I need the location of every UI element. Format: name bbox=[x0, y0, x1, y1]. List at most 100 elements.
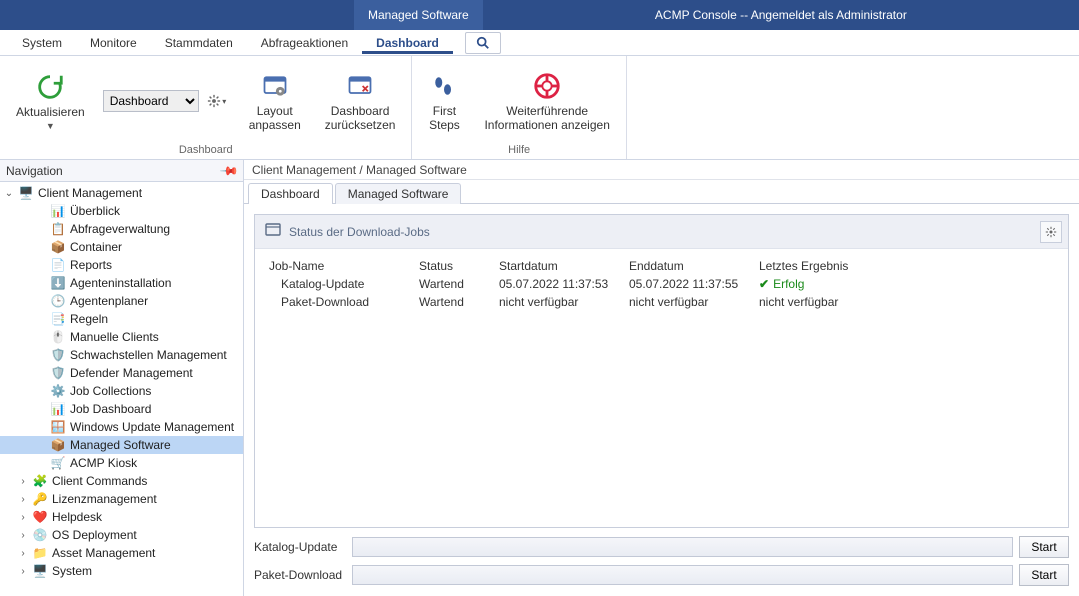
search-button[interactable] bbox=[465, 32, 501, 54]
expand-icon[interactable]: › bbox=[18, 530, 28, 541]
tree-item-label: System bbox=[52, 564, 92, 578]
tree-item-schwachstellen-management[interactable]: 🛡️Schwachstellen Management bbox=[0, 346, 243, 364]
first-steps-button[interactable]: First Steps bbox=[422, 68, 466, 134]
tree-root-client-management[interactable]: ⌄ 🖥️ Client Management bbox=[0, 184, 243, 202]
tree-item-label: Abfrageverwaltung bbox=[70, 222, 170, 236]
titlebar: Managed Software ACMP Console -- Angemel… bbox=[0, 0, 1079, 30]
tree-sibling-system[interactable]: ›🖥️System bbox=[0, 562, 243, 580]
layout-icon bbox=[259, 70, 291, 102]
start-button[interactable]: Start bbox=[1019, 536, 1069, 558]
tree-item-icon: 📦 bbox=[50, 239, 66, 255]
navigation-tree[interactable]: ⌄ 🖥️ Client Management 📊Überblick📋Abfrag… bbox=[0, 182, 243, 596]
menu-stammdaten[interactable]: Stammdaten bbox=[151, 32, 247, 54]
start-button[interactable]: Start bbox=[1019, 564, 1069, 586]
tree-item-manuelle-clients[interactable]: 🖱️Manuelle Clients bbox=[0, 328, 243, 346]
progress-bar bbox=[352, 565, 1013, 585]
menu-system[interactable]: System bbox=[8, 32, 76, 54]
gear-icon bbox=[1045, 226, 1057, 238]
tree-sibling-asset-management[interactable]: ›📁Asset Management bbox=[0, 544, 243, 562]
tree-item-icon: 🪟 bbox=[50, 419, 66, 435]
tree-item-label: Agenteninstallation bbox=[70, 276, 171, 290]
app-title: ACMP Console -- Angemeldet als Administr… bbox=[483, 0, 1079, 30]
tree-item-defender-management[interactable]: 🛡️ Defender Management bbox=[0, 364, 243, 382]
tree-item-windows-update-management[interactable]: 🪟Windows Update Management bbox=[0, 418, 243, 436]
tree-item-agenteninstallation[interactable]: ⬇️Agenteninstallation bbox=[0, 274, 243, 292]
panel-settings-button[interactable] bbox=[1040, 221, 1062, 243]
table-row[interactable]: Paket-DownloadWartendnicht verfügbarnich… bbox=[263, 293, 1060, 311]
progress-label: Katalog-Update bbox=[254, 540, 346, 554]
menu-dashboard[interactable]: Dashboard bbox=[362, 32, 453, 54]
tree-item-label: Job Dashboard bbox=[70, 402, 151, 416]
cell-job-name: Paket-Download bbox=[263, 293, 413, 311]
tree-sibling-helpdesk[interactable]: ›❤️Helpdesk bbox=[0, 508, 243, 526]
panel-icon bbox=[265, 222, 281, 241]
tree-item-job-dashboard[interactable]: 📊Job Dashboard bbox=[0, 400, 243, 418]
layout-adjust-button[interactable]: Layout anpassen bbox=[243, 68, 307, 134]
context-tab-managed-software[interactable]: Managed Software bbox=[354, 0, 483, 30]
expand-icon[interactable]: › bbox=[18, 476, 28, 487]
more-info-button[interactable]: Weiterführende Informationen anzeigen bbox=[478, 68, 615, 134]
dashboard-reset-label: Dashboard zurücksetzen bbox=[325, 104, 396, 132]
dashboard-gear-dropdown[interactable]: ▾ bbox=[203, 90, 231, 112]
progress-row: Katalog-Update Start bbox=[254, 536, 1069, 558]
col-job-name[interactable]: Job-Name bbox=[263, 257, 413, 275]
menu-abfrageaktionen[interactable]: Abfrageaktionen bbox=[247, 32, 362, 54]
expand-icon[interactable]: › bbox=[18, 566, 28, 577]
refresh-button[interactable]: Aktualisieren ▼ bbox=[10, 69, 91, 133]
collapse-icon[interactable]: ⌄ bbox=[4, 188, 14, 199]
navigation-header: Navigation 📌 bbox=[0, 160, 243, 182]
expand-icon[interactable]: › bbox=[18, 512, 28, 523]
tree-item-abfrageverwaltung[interactable]: 📋Abfrageverwaltung bbox=[0, 220, 243, 238]
progress-label: Paket-Download bbox=[254, 568, 346, 582]
tab-dashboard[interactable]: Dashboard bbox=[248, 183, 333, 204]
tree-item-label: Reports bbox=[70, 258, 112, 272]
jobs-table: Job-Name Status Startdatum Enddatum Letz… bbox=[263, 257, 1060, 311]
lifebuoy-icon bbox=[531, 70, 563, 102]
panel-area: Status der Download-Jobs Job-Name Status bbox=[244, 204, 1079, 596]
tree-item-container[interactable]: 📦Container bbox=[0, 238, 243, 256]
tree-item-icon: 🛡️ bbox=[50, 365, 66, 381]
dashboard-combo-wrap: Dashboard ▾ bbox=[103, 90, 231, 112]
layout-adjust-label: Layout anpassen bbox=[249, 104, 301, 132]
ribbon-group-dashboard: Aktualisieren ▼ Dashboard ▾ Layout anpas… bbox=[0, 56, 412, 159]
col-startdatum[interactable]: Startdatum bbox=[493, 257, 623, 275]
col-letztes-ergebnis[interactable]: Letztes Ergebnis bbox=[753, 257, 1060, 275]
pin-icon[interactable]: 📌 bbox=[219, 160, 239, 180]
status-panel-title: Status der Download-Jobs bbox=[289, 225, 430, 239]
tab-managed-software[interactable]: Managed Software bbox=[335, 183, 462, 204]
tree-item-überblick[interactable]: 📊Überblick bbox=[0, 202, 243, 220]
tree-item-label: Schwachstellen Management bbox=[70, 348, 227, 362]
tree-root-label: Client Management bbox=[38, 186, 142, 200]
tree-item-label: Asset Management bbox=[52, 546, 155, 560]
tree-item-icon: 🕒 bbox=[50, 293, 66, 309]
tree-item-managed-software[interactable]: 📦Managed Software bbox=[0, 436, 243, 454]
tree-item-agentenplaner[interactable]: 🕒Agentenplaner bbox=[0, 292, 243, 310]
tree-item-label: Client Commands bbox=[52, 474, 147, 488]
tree-item-regeln[interactable]: 📑Regeln bbox=[0, 310, 243, 328]
tree-sibling-os-deployment[interactable]: ›💿OS Deployment bbox=[0, 526, 243, 544]
navigation-panel: Navigation 📌 ⌄ 🖥️ Client Management 📊Übe… bbox=[0, 160, 244, 596]
menu-monitore[interactable]: Monitore bbox=[76, 32, 151, 54]
tree-sibling-lizenzmanagement[interactable]: ›🔑Lizenzmanagement bbox=[0, 490, 243, 508]
cell-result: nicht verfügbar bbox=[759, 295, 838, 309]
tree-item-label: Defender Management bbox=[70, 366, 193, 380]
table-row[interactable]: Katalog-UpdateWartend05.07.2022 11:37:53… bbox=[263, 275, 1060, 293]
dashboard-reset-button[interactable]: Dashboard zurücksetzen bbox=[319, 68, 402, 134]
body: Navigation 📌 ⌄ 🖥️ Client Management 📊Übe… bbox=[0, 160, 1079, 596]
tree-sibling-client-commands[interactable]: › 🧩 Client Commands bbox=[0, 472, 243, 490]
col-status[interactable]: Status bbox=[413, 257, 493, 275]
expand-icon[interactable]: › bbox=[18, 494, 28, 505]
dashboard-select[interactable]: Dashboard bbox=[103, 90, 199, 112]
search-icon bbox=[476, 36, 490, 50]
tree-item-acmp-kiosk[interactable]: 🛒ACMP Kiosk bbox=[0, 454, 243, 472]
tree-item-icon: 🧩 bbox=[32, 473, 48, 489]
tree-item-label: Überblick bbox=[70, 204, 120, 218]
col-enddatum[interactable]: Enddatum bbox=[623, 257, 753, 275]
cell-end: 05.07.2022 11:37:55 bbox=[623, 275, 753, 293]
tree-item-label: ACMP Kiosk bbox=[70, 456, 137, 470]
tree-item-reports[interactable]: 📄Reports bbox=[0, 256, 243, 274]
expand-icon[interactable]: › bbox=[18, 548, 28, 559]
menu-bar: System Monitore Stammdaten Abfrageaktion… bbox=[0, 30, 1079, 56]
tree-item-job-collections[interactable]: ⚙️Job Collections bbox=[0, 382, 243, 400]
cell-start: 05.07.2022 11:37:53 bbox=[493, 275, 623, 293]
